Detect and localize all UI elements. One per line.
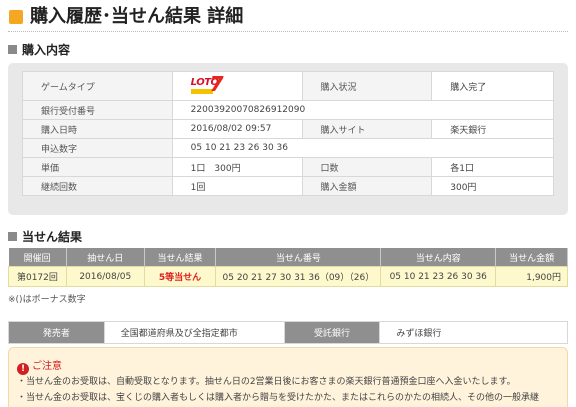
- issuer-value: 全国都道府県及び全指定都市: [103, 321, 285, 344]
- column-header-draw-date: 抽せん日: [66, 248, 145, 267]
- purchase-site-label: 購入サイト: [301, 119, 433, 139]
- purchase-status-label: 購入状況: [301, 71, 433, 101]
- issuer-label: 発売者: [8, 321, 105, 344]
- purchase-amount-value: 300円: [431, 176, 554, 196]
- section-square-icon: [8, 232, 17, 241]
- trustee-bank-value: みずほ銀行: [379, 321, 568, 344]
- purchase-datetime-label: 購入日時: [22, 119, 173, 139]
- game-type-label: ゲームタイプ: [22, 71, 173, 101]
- page-header: 購入履歴･当せん結果 詳細: [8, 5, 568, 32]
- win-amount-cell: 1,900円: [495, 266, 568, 287]
- notice-line: ・当せん金のお受取は、自動受取となります。抽せん日の2営業日後にお客さまの楽天銀…: [17, 377, 516, 387]
- notice-title-text: ご注意: [32, 361, 62, 372]
- continuation-count-label: 継続回数: [22, 176, 173, 196]
- purchase-datetime-value: 2016/08/02 09:57: [171, 119, 303, 139]
- section-square-icon: [8, 45, 17, 54]
- table-row: 単価 1口 300円 口数 各1口: [22, 157, 554, 177]
- table-row: 申込数字 05 10 21 23 26 30 36: [22, 138, 555, 158]
- purchase-heading-text: 購入内容: [22, 43, 71, 57]
- round-cell: 第0172回: [8, 266, 67, 287]
- table-row: 第0172回 2016/08/05 5等当せん 05 20 21 27 30 3…: [8, 266, 568, 287]
- column-header-round: 開催回: [8, 248, 67, 267]
- column-header-win-amount: 当せん金額: [495, 248, 568, 267]
- column-header-result: 当せん結果: [144, 248, 217, 267]
- notice-box: ! ご注意 ・当せん金のお受取は、自動受取となります。抽せん日の2営業日後にお客さ…: [8, 347, 568, 407]
- table-row: 購入日時 2016/08/02 09:57 購入サイト 楽天銀行: [22, 119, 554, 139]
- notice-line: ・当せん金のお受取は、宝くじの購入者もしくは購入者から贈与を受けたかた、またはこ…: [17, 393, 540, 403]
- draw-date-cell: 2016/08/05: [65, 266, 145, 287]
- results-heading-text: 当せん結果: [22, 230, 83, 244]
- win-content-cell: 05 10 21 23 26 30 36: [380, 266, 497, 287]
- purchase-amount-label: 購入金額: [301, 176, 433, 196]
- prize-result-cell: 5等当せん: [143, 266, 217, 287]
- unit-price-label: 単価: [22, 157, 173, 177]
- continuation-count-value: 1回: [171, 176, 303, 196]
- game-type-value: LOTO 7: [171, 71, 303, 101]
- purchase-details-panel: ゲームタイプ LOTO 7 購入状況 購入完了 銀行受付番号 220039200…: [8, 63, 568, 215]
- page-title: 購入履歴･当せん結果 詳細: [30, 6, 244, 27]
- bank-receipt-number-label: 銀行受付番号: [22, 100, 173, 120]
- column-header-winning-numbers: 当せん番号: [215, 248, 382, 267]
- table-row: ゲームタイプ LOTO 7 購入状況 購入完了: [22, 71, 554, 101]
- applied-numbers-value: 05 10 21 23 26 30 36: [171, 138, 555, 158]
- table-row: 銀行受付番号 22003920070826912090: [22, 100, 555, 120]
- purchase-status-value: 購入完了: [431, 71, 554, 101]
- issuer-info-table: 発売者 全国都道府県及び全指定都市 受託銀行 みずほ銀行: [8, 321, 568, 344]
- table-row: 発売者 全国都道府県及び全指定都市 受託銀行 みずほ銀行: [8, 321, 568, 344]
- title-marker-icon: [9, 10, 23, 24]
- results-header-row: 開催回 抽せん日 当せん結果 当せん番号 当せん内容 当せん金額: [8, 248, 568, 267]
- purchase-details-table: ゲームタイプ LOTO 7 購入状況 購入完了 銀行受付番号 220039200…: [22, 71, 555, 196]
- column-header-win-content: 当せん内容: [380, 248, 497, 267]
- loto7-logo-icon: LOTO 7: [190, 72, 224, 96]
- exclamation-icon: !: [17, 363, 29, 375]
- units-value: 各1口: [431, 157, 554, 177]
- bank-receipt-number-value: 22003920070826912090: [171, 100, 555, 120]
- results-table: 開催回 抽せん日 当せん結果 当せん番号 当せん内容 当せん金額 第0172回 …: [8, 248, 568, 287]
- unit-price-value: 1口 300円: [171, 157, 303, 177]
- applied-numbers-label: 申込数字: [22, 138, 173, 158]
- units-label: 口数: [301, 157, 433, 177]
- results-section-heading: 当せん結果: [8, 229, 82, 245]
- winning-numbers-cell: 05 20 21 27 30 31 36（09）（26）: [215, 266, 382, 287]
- trustee-bank-label: 受託銀行: [283, 321, 381, 344]
- purchase-site-value: 楽天銀行: [431, 119, 554, 139]
- bonus-number-note: ※()はボーナス数字: [8, 295, 86, 305]
- notice-title: ! ご注意: [17, 360, 62, 375]
- purchase-section-heading: 購入内容: [8, 42, 70, 58]
- table-row: 継続回数 1回 購入金額 300円: [22, 176, 554, 196]
